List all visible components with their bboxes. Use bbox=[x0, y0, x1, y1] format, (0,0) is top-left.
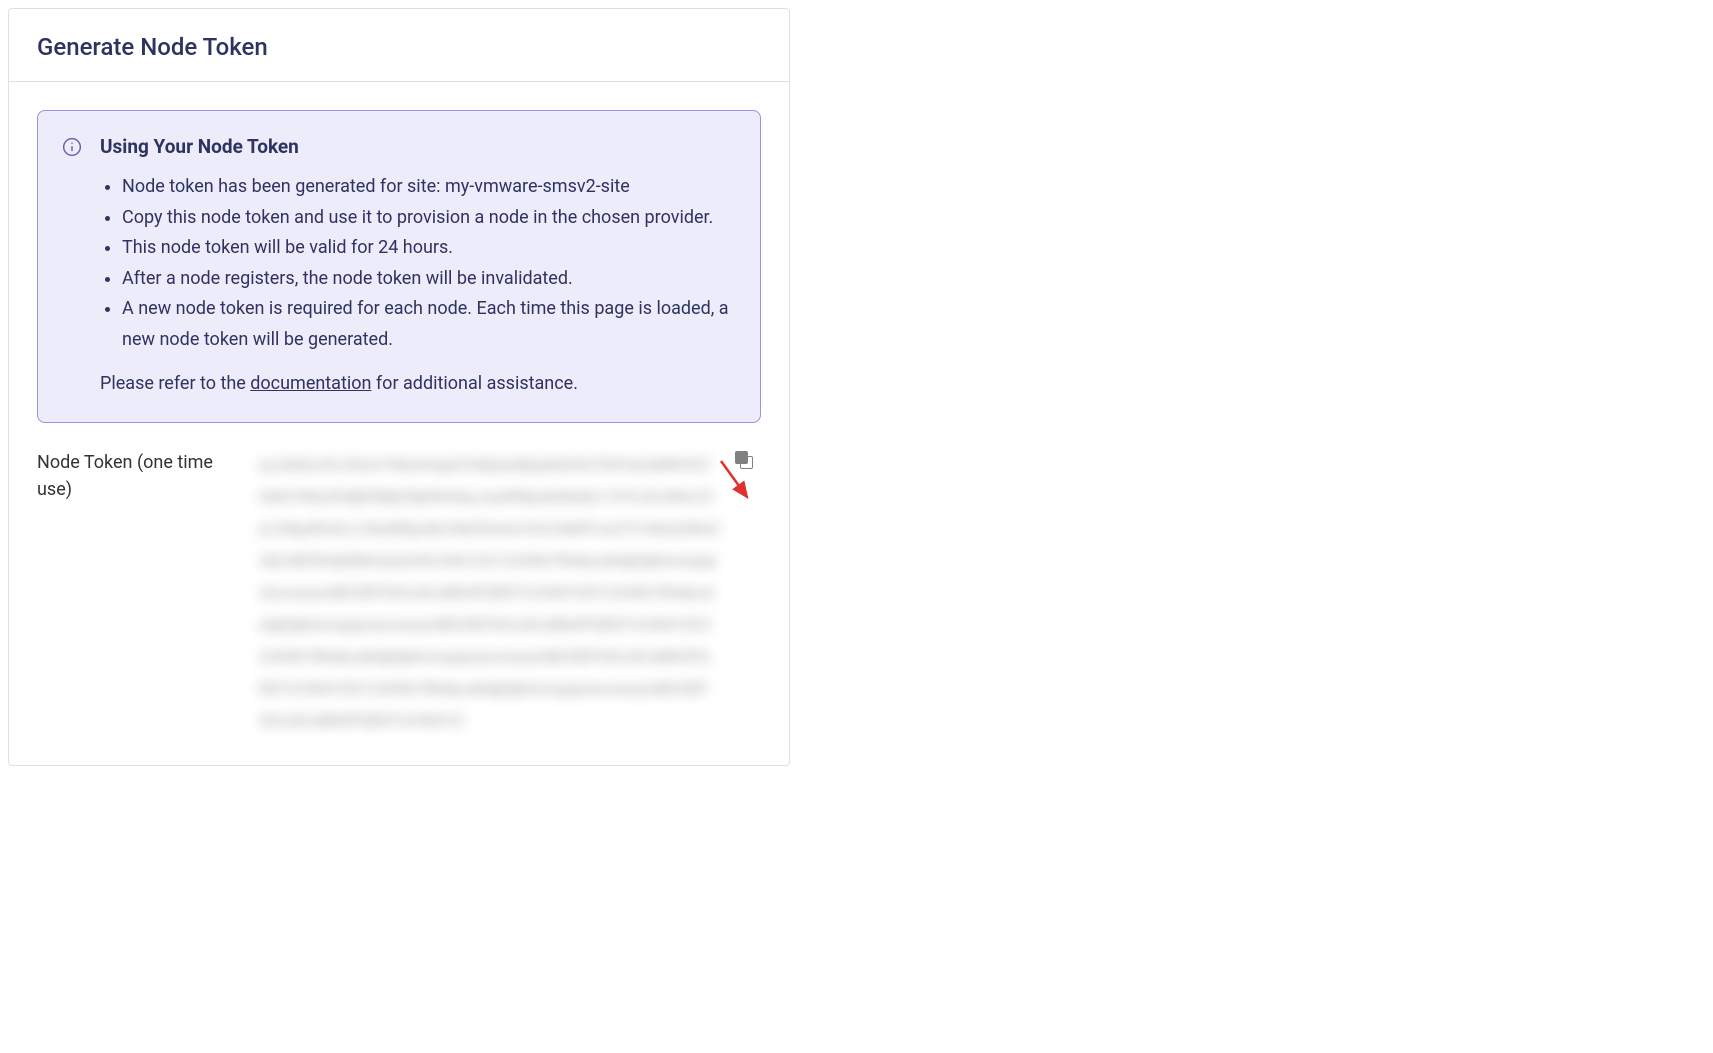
info-content: Using Your Node Token Node token has bee… bbox=[100, 135, 732, 398]
info-footer-prefix: Please refer to the bbox=[100, 373, 250, 394]
documentation-link[interactable]: documentation bbox=[250, 373, 371, 394]
info-heading: Using Your Node Token bbox=[100, 135, 732, 158]
info-box: Using Your Node Token Node token has bee… bbox=[37, 110, 761, 423]
info-list-item: Copy this node token and use it to provi… bbox=[122, 203, 732, 234]
info-list-item: After a node registers, the node token w… bbox=[122, 264, 732, 295]
token-value-redacted: eyJhbGciOiJSUzI1NiIsImtpZCI6IjQwNjQyNzE4… bbox=[259, 449, 719, 737]
info-list-item: This node token will be valid for 24 hou… bbox=[122, 233, 732, 264]
page-title: Generate Node Token bbox=[37, 33, 761, 61]
info-footer-suffix: for additional assistance. bbox=[371, 373, 578, 394]
copy-token-button[interactable] bbox=[735, 451, 757, 473]
generate-node-token-panel: Generate Node Token Using Your Node Toke… bbox=[8, 8, 790, 766]
info-list-item: A new node token is required for each no… bbox=[122, 294, 732, 355]
token-label: Node Token (one time use) bbox=[37, 449, 247, 503]
info-list-item: Node token has been generated for site: … bbox=[122, 172, 732, 203]
token-row: Node Token (one time use) eyJhbGciOiJSUz… bbox=[37, 449, 761, 737]
info-icon bbox=[62, 137, 82, 157]
panel-header: Generate Node Token bbox=[9, 9, 789, 82]
info-footer: Please refer to the documentation for ad… bbox=[100, 370, 732, 399]
panel-body: Using Your Node Token Node token has bee… bbox=[9, 82, 789, 765]
info-list: Node token has been generated for site: … bbox=[100, 172, 732, 356]
